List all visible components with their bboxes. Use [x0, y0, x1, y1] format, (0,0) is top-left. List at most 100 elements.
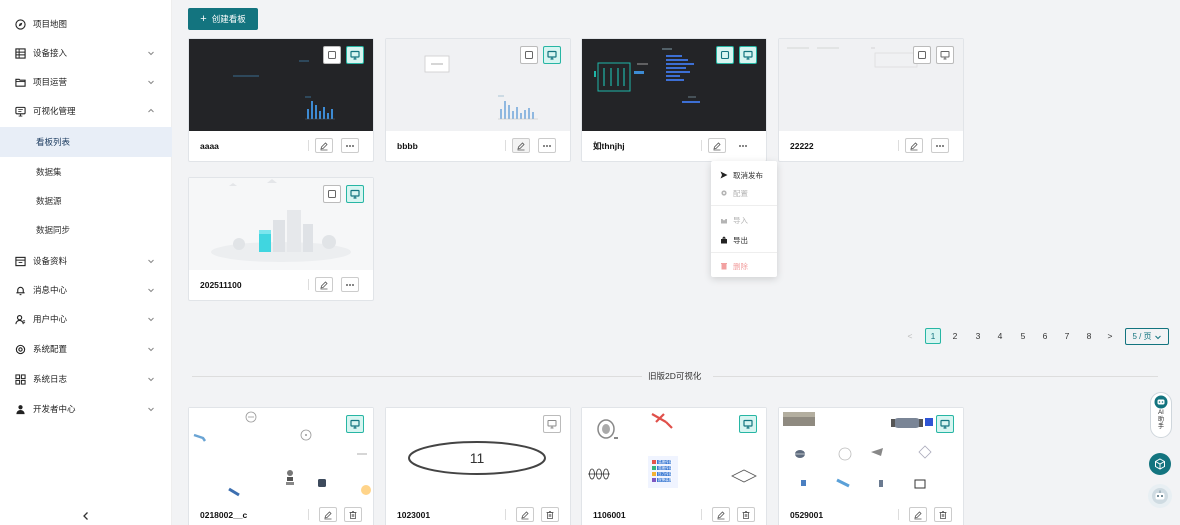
- sidebar-item-project-map[interactable]: 项目地图: [0, 9, 172, 39]
- published-status-icon[interactable]: [739, 415, 757, 433]
- sidebar-item-system-log[interactable]: 系统日志: [0, 364, 172, 394]
- log-icon: [14, 373, 26, 385]
- cube-tool-button[interactable]: [1149, 453, 1171, 475]
- sidebar-item-visualization[interactable]: 可视化管理: [0, 96, 172, 126]
- legend-label: 温度传感: [658, 459, 673, 464]
- board-card[interactable]: aaaa: [188, 38, 374, 162]
- collapse-sidebar-icon[interactable]: [80, 510, 92, 522]
- action-divider: [701, 509, 702, 520]
- board-name: 0529001: [790, 510, 824, 520]
- published-status-icon[interactable]: [543, 46, 561, 64]
- edit-button[interactable]: [516, 507, 534, 522]
- legacy-board-card[interactable]: 0529001: [778, 407, 964, 525]
- published-status-icon[interactable]: [936, 46, 954, 64]
- edit-button[interactable]: [315, 277, 333, 292]
- cube-icon: [1155, 458, 1165, 470]
- page-2[interactable]: 2: [949, 328, 961, 344]
- more-button[interactable]: [341, 277, 359, 292]
- delete-button[interactable]: [344, 507, 362, 522]
- page-6[interactable]: 6: [1039, 328, 1051, 344]
- unpublished-status-icon[interactable]: [913, 46, 931, 64]
- legacy-board-card[interactable]: 0218002__c: [188, 407, 374, 525]
- board-card[interactable]: 如thnjhj: [581, 38, 767, 162]
- sidebar-item-project-ops[interactable]: 项目运营: [0, 67, 172, 97]
- unpublished-status-icon[interactable]: [716, 46, 734, 64]
- next-page-button[interactable]: >: [1105, 328, 1115, 344]
- monitor-icon: [14, 105, 26, 117]
- delete-button[interactable]: [541, 507, 559, 522]
- sidebar-item-device-access[interactable]: 设备接入: [0, 38, 172, 68]
- menu-item-unpublish[interactable]: 取消发布: [711, 165, 777, 185]
- published-status-icon[interactable]: [346, 46, 364, 64]
- menu-item-label: 导入: [733, 215, 748, 225]
- more-button[interactable]: [538, 138, 556, 153]
- chatbot-avatar-button[interactable]: [1148, 484, 1172, 508]
- published-status-icon[interactable]: [739, 46, 757, 64]
- map-icon: [14, 18, 26, 30]
- edit-button[interactable]: [712, 507, 730, 522]
- page-8[interactable]: 8: [1083, 328, 1095, 344]
- sidebar-item-users[interactable]: 用户中心: [0, 304, 172, 334]
- unpublished-status-icon[interactable]: [323, 46, 341, 64]
- edit-icon: [320, 280, 328, 289]
- edit-button[interactable]: [512, 138, 530, 153]
- action-divider: [701, 140, 702, 151]
- legend-label: 压力传感: [658, 471, 673, 476]
- sidebar-item-datasource[interactable]: 数据源: [0, 186, 172, 216]
- legacy-board-card[interactable]: 温度传感 湿度传感 压力传感 报警装置 1106001: [581, 407, 767, 525]
- published-status-icon[interactable]: [936, 415, 954, 433]
- action-divider: [898, 509, 899, 520]
- menu-item-delete: 删除: [711, 256, 777, 276]
- menu-divider: [711, 205, 777, 206]
- sidebar-item-data-sync[interactable]: 数据同步: [0, 215, 172, 245]
- menu-item-label: 删除: [733, 261, 748, 271]
- divider-line: [713, 376, 1158, 377]
- page-1[interactable]: 1: [925, 328, 941, 344]
- unpublished-status-icon[interactable]: [520, 46, 538, 64]
- doc-icon: [14, 255, 26, 267]
- menu-item-export[interactable]: 导出: [711, 230, 777, 250]
- ai-assistant-button[interactable]: AI 助 手: [1150, 392, 1172, 438]
- legacy-board-card[interactable]: 11 1023001: [385, 407, 571, 525]
- edit-button[interactable]: [909, 507, 927, 522]
- edit-button[interactable]: [315, 138, 333, 153]
- sidebar-item-device-docs[interactable]: 设备资料: [0, 246, 172, 276]
- edit-button[interactable]: [319, 507, 337, 522]
- edit-icon: [914, 510, 922, 519]
- delete-button[interactable]: [737, 507, 755, 522]
- page-7[interactable]: 7: [1061, 328, 1073, 344]
- ellipsis-icon: [543, 144, 551, 147]
- sidebar-item-developer[interactable]: 开发者中心: [0, 394, 172, 424]
- action-divider: [308, 509, 309, 520]
- page-5[interactable]: 5: [1017, 328, 1029, 344]
- page-number: 5: [1020, 331, 1026, 341]
- sidebar-item-system-config[interactable]: 系统配置: [0, 334, 172, 364]
- action-divider: [308, 279, 309, 290]
- prev-page-button[interactable]: <: [905, 328, 915, 344]
- sidebar-item-board-list[interactable]: 看板列表: [0, 127, 172, 157]
- sidebar-item-label: 看板列表: [36, 137, 71, 147]
- more-button[interactable]: [341, 138, 359, 153]
- more-button[interactable]: [931, 138, 949, 153]
- developer-icon: [14, 403, 26, 415]
- edit-button[interactable]: [905, 138, 923, 153]
- menu-item-configure: 配置: [711, 183, 777, 203]
- sidebar-item-dataset[interactable]: 数据集: [0, 157, 172, 187]
- page-size-select[interactable]: 5 / 页: [1125, 328, 1169, 345]
- unpublished-status-icon[interactable]: [323, 185, 341, 203]
- create-board-button[interactable]: + 创建看板: [188, 8, 258, 30]
- sidebar-item-messages[interactable]: 消息中心: [0, 275, 172, 305]
- edit-button[interactable]: [708, 138, 726, 153]
- page-4[interactable]: 4: [994, 328, 1006, 344]
- delete-button[interactable]: [934, 507, 952, 522]
- board-card[interactable]: 202511100: [188, 177, 374, 301]
- unpublished-status-icon[interactable]: [543, 415, 561, 433]
- board-name: aaaa: [200, 141, 219, 151]
- published-status-icon[interactable]: [346, 185, 364, 203]
- board-card[interactable]: 22222: [778, 38, 964, 162]
- published-status-icon[interactable]: [346, 415, 364, 433]
- page-3[interactable]: 3: [972, 328, 984, 344]
- more-button[interactable]: [734, 138, 752, 153]
- board-card[interactable]: bbbb: [385, 38, 571, 162]
- settings-icon: [14, 343, 26, 355]
